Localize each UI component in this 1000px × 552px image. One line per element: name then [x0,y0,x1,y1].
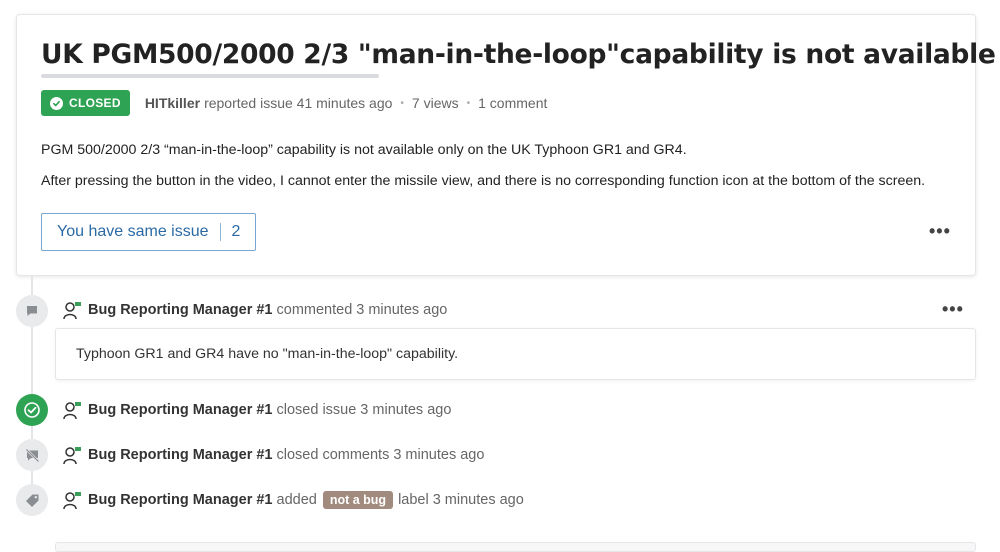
next-card [55,542,976,552]
check-circle-icon [16,394,48,426]
avatar-icon[interactable] [62,400,82,420]
timestamp: 3 minutes ago [356,302,448,318]
action-text: closed comments [276,447,390,463]
status-text: CLOSED [69,96,121,110]
comment-icon [16,295,48,327]
user-name[interactable]: Bug Reporting Manager #1 [88,402,273,418]
timestamp: 3 minutes ago [432,492,524,508]
action-text: closed issue [276,402,357,418]
title-underline [41,74,379,78]
user-name[interactable]: Bug Reporting Manager #1 [88,447,273,463]
action-text: added [276,492,317,508]
comments-count[interactable]: 1 comment [478,95,547,111]
tag-icon [16,484,48,516]
timestamp: 3 minutes ago [393,447,485,463]
separator-dot: • [400,97,404,109]
issue-more-button[interactable]: ••• [929,221,951,242]
timeline-item-closed-comments: Bug Reporting Manager #1 closed comments… [62,443,484,467]
issue-body-line-1: PGM 500/2000 2/3 “man-in-the-loop” capab… [41,142,687,158]
reported-text: reported issue 41 minutes ago [204,95,393,111]
user-name[interactable]: Bug Reporting Manager #1 [88,302,273,318]
author-link[interactable]: HITkiller [145,95,200,111]
action-text: commented [276,302,353,318]
check-icon [50,96,63,110]
user-name[interactable]: Bug Reporting Manager #1 [88,492,273,508]
timestamp: 3 minutes ago [360,402,452,418]
status-badge: CLOSED [41,90,130,116]
timeline-item-comment: Bug Reporting Manager #1 commented 3 min… [62,298,447,322]
avatar-icon[interactable] [62,490,82,510]
comment-more-button[interactable]: ••• [942,299,964,320]
issue-meta: CLOSED HITkiller reported issue 41 minut… [41,90,547,116]
avatar-icon[interactable] [62,300,82,320]
timeline-item-closed: Bug Reporting Manager #1 closed issue 3 … [62,398,451,422]
same-issue-button[interactable]: You have same issue 2 [41,213,257,251]
comment-off-icon [16,439,48,471]
button-divider [219,223,221,241]
comment-body: Typhoon GR1 and GR4 have no "man-in-the-… [55,328,976,380]
label-suffix: label [398,492,429,508]
separator-dot: • [466,97,471,109]
avatar-icon[interactable] [62,445,82,465]
timeline-item-label: Bug Reporting Manager #1 added not a bug… [62,488,524,512]
same-issue-count: 2 [231,223,241,240]
issue-body-line-2: After pressing the button in the video, … [41,173,926,189]
label-badge[interactable]: not a bug [322,491,394,509]
issue-title: UK PGM500/2000 2/3 "man-in-the-loop"capa… [41,39,996,70]
views-count: 7 views [411,95,459,111]
issue-card: UK PGM500/2000 2/3 "man-in-the-loop"capa… [16,14,996,276]
same-issue-label: You have same issue [57,223,209,240]
